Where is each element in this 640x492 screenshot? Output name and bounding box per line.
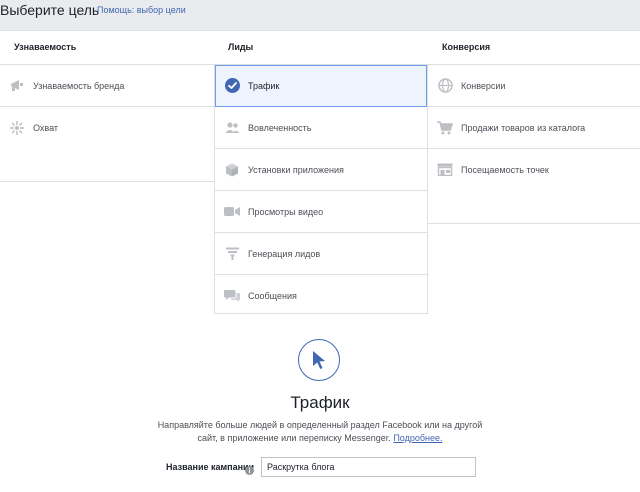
objective-label: Просмотры видео xyxy=(248,206,324,217)
chat-bubbles-icon xyxy=(224,288,240,304)
objective-panel: Узнаваемость Узнаваемость бренда Охват Л… xyxy=(0,30,640,492)
check-circle-icon xyxy=(224,78,240,94)
top-bar: Выберите цель Помощь: выбор цели xyxy=(0,0,640,30)
people-icon xyxy=(224,120,240,136)
objective-traffic[interactable]: Трафик xyxy=(215,65,427,107)
objective-conversions[interactable]: Конверсии xyxy=(428,65,640,107)
shopping-cart-icon xyxy=(437,120,453,136)
objective-label: Посещаемость точек xyxy=(461,164,549,175)
objective-brand-awareness[interactable]: Узнаваемость бренда xyxy=(0,65,214,107)
conversion-list: Конверсии Продажи товаров из каталога По… xyxy=(428,64,640,224)
objective-label: Охват xyxy=(33,122,59,133)
column-consideration: Лиды Трафик Вовлеченность Установки прил… xyxy=(214,31,428,314)
objective-lead-generation[interactable]: Генерация лидов xyxy=(215,233,427,275)
objective-messages[interactable]: Сообщения xyxy=(215,275,427,316)
awareness-list: Узнаваемость бренда Охват xyxy=(0,64,214,182)
objective-description: Направляйте больше людей в определенный … xyxy=(150,419,490,445)
objective-app-installs[interactable]: Установки приложения xyxy=(215,149,427,191)
campaign-name-input[interactable] xyxy=(261,457,476,477)
objective-label: Трафик xyxy=(248,80,280,91)
objective-engagement[interactable]: Вовлеченность xyxy=(215,107,427,149)
objective-store-visits[interactable]: Посещаемость точек xyxy=(428,149,640,190)
globe-icon xyxy=(437,78,453,94)
filter-funnel-icon xyxy=(224,246,240,262)
campaign-name-row: Название кампании xyxy=(166,457,486,479)
cube-icon xyxy=(224,162,240,178)
objective-label: Конверсии xyxy=(461,80,506,91)
megaphone-icon xyxy=(9,78,25,94)
reach-icon xyxy=(9,120,25,136)
objective-label: Вовлеченность xyxy=(248,122,312,133)
store-icon xyxy=(437,162,453,178)
column-header-consideration: Лиды xyxy=(228,42,254,52)
objective-title: Трафик xyxy=(290,393,350,412)
objective-label: Узнаваемость бренда xyxy=(33,80,125,91)
help-link[interactable]: Помощь: выбор цели xyxy=(97,5,186,15)
objective-reach[interactable]: Охват xyxy=(0,107,214,148)
objective-catalog-sales[interactable]: Продажи товаров из каталога xyxy=(428,107,640,149)
column-conversion: Конверсия Конверсии Продажи товаров из к… xyxy=(428,31,640,224)
objective-label: Сообщения xyxy=(248,290,297,301)
objective-video-views[interactable]: Просмотры видео xyxy=(215,191,427,233)
objective-label: Продажи товаров из каталога xyxy=(461,122,586,133)
info-icon[interactable] xyxy=(245,462,254,480)
consideration-list: Трафик Вовлеченность Установки приложени… xyxy=(214,64,428,314)
objective-label: Установки приложения xyxy=(248,164,344,175)
page-title: Выберите цель xyxy=(0,2,100,18)
column-header-conversion: Конверсия xyxy=(442,42,491,52)
column-awareness: Узнаваемость Узнаваемость бренда Охват xyxy=(0,31,214,182)
campaign-name-label: Название кампании xyxy=(166,462,255,472)
objective-label: Генерация лидов xyxy=(248,248,321,259)
learn-more-link[interactable]: Подробнее. xyxy=(393,433,442,443)
cursor-arrow-icon xyxy=(298,339,340,381)
column-header-awareness: Узнаваемость xyxy=(14,42,77,52)
video-camera-icon xyxy=(224,204,240,220)
